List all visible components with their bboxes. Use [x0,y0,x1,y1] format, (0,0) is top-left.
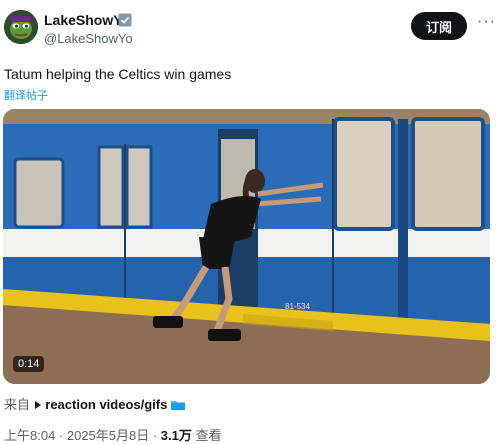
tweet-header: LakeShowYo @LakeShowYo 订阅 ··· [0,0,500,56]
subscribe-button[interactable]: 订阅 [411,12,467,40]
timestamp[interactable]: 上午8:04 · 2025年5月8日 · [4,428,161,443]
community-link[interactable]: reaction videos/gifs [45,397,167,412]
views-label: 查看 [191,428,222,443]
tweet-text: Tatum helping the Celtics win games [4,66,232,82]
avatar[interactable] [4,10,38,44]
views-count: 3.1万 [160,428,192,443]
tweet-meta: 上午8:04 · 2025年5月8日 · 3.1万 查看 [4,425,222,444]
video-duration: 0:14 [13,356,45,372]
more-options-icon[interactable]: ··· [477,14,497,34]
verified-badge-icon [118,13,132,27]
video-frame: 81-534 [3,109,490,384]
translate-post-link[interactable]: 翻译帖子 [4,87,48,103]
video-player[interactable]: 81-534 0:14 [3,109,490,384]
source-prefix: 来自 [4,397,31,412]
community-source: 来自 reaction videos/gifs [4,394,185,413]
folder-icon [170,398,185,410]
community-icon [34,397,46,412]
author-handle[interactable]: @LakeShowYo [44,31,133,46]
